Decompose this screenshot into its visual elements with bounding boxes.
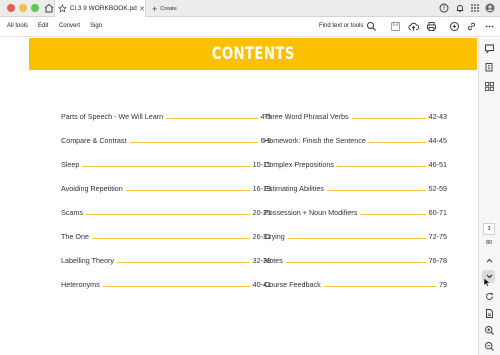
leader-line bbox=[117, 262, 250, 263]
chevron-up-icon[interactable] bbox=[484, 255, 495, 266]
toc-entry[interactable]: Estimating Abilities 52-59 bbox=[264, 182, 447, 192]
toc-entry[interactable]: Notes 76-78 bbox=[264, 254, 447, 264]
toc-entry-pages: 79 bbox=[439, 279, 447, 289]
search-icon[interactable] bbox=[366, 21, 377, 32]
comment-icon[interactable] bbox=[484, 43, 495, 54]
leader-line bbox=[287, 238, 426, 239]
current-page-input[interactable]: 3 bbox=[483, 223, 495, 235]
toc-entry-pages: 76-78 bbox=[428, 255, 447, 265]
leader-line bbox=[102, 286, 250, 287]
toc-entry-title: Avoiding Repetition bbox=[61, 183, 123, 193]
toc-entry-title: Possession + Noun Modifiers bbox=[264, 207, 358, 217]
toc-entry[interactable]: Parts of Speech - We Will Learn 4-5 bbox=[61, 110, 271, 120]
toc-entry-title: Crying bbox=[264, 231, 285, 241]
leader-line bbox=[125, 190, 250, 191]
toc-entry-title: Sleep bbox=[61, 159, 80, 169]
toc-entry[interactable]: Homework: Finish the Sentence 44-45 bbox=[264, 134, 447, 144]
toc-entry-title: Three Word Phrasal Verbs bbox=[264, 111, 349, 121]
plus-icon: + bbox=[152, 3, 158, 14]
svg-text:?: ? bbox=[442, 5, 445, 12]
save-icon[interactable] bbox=[390, 21, 401, 32]
menu-edit[interactable]: Edit bbox=[38, 23, 48, 29]
toc-entry-pages: 44-45 bbox=[428, 135, 447, 145]
star-icon[interactable] bbox=[58, 4, 67, 13]
contents-banner: CONTENTS bbox=[29, 38, 477, 70]
toc-entry-title: Complex Prepositions bbox=[264, 159, 334, 169]
toc-entry-pages: 52-59 bbox=[428, 183, 447, 193]
leader-line bbox=[82, 166, 250, 167]
toc-entry-title: Course Feedback bbox=[264, 279, 321, 289]
print-icon[interactable] bbox=[426, 21, 437, 32]
minimize-window-button[interactable] bbox=[19, 4, 27, 12]
leader-line bbox=[360, 214, 426, 215]
more-icon[interactable] bbox=[484, 21, 495, 32]
toc-entry-title: Homework: Finish the Sentence bbox=[264, 135, 366, 145]
menu-sign[interactable]: Sign bbox=[90, 23, 102, 29]
create-button[interactable]: + Create bbox=[152, 0, 177, 17]
title-bar: Cl.3 9 WORKBOOK.pdf ✕ + Create ? bbox=[0, 0, 500, 17]
mouse-cursor-icon bbox=[483, 277, 491, 287]
toc-entry-title: Parts of Speech - We Will Learn bbox=[61, 111, 164, 121]
toc-entry[interactable]: Crying 72-75 bbox=[264, 230, 447, 240]
tab-title: Cl.3 9 WORKBOOK.pdf bbox=[69, 5, 138, 12]
leader-line bbox=[326, 190, 426, 191]
user-avatar-icon[interactable] bbox=[485, 3, 495, 13]
toc-entry[interactable]: Three Word Phrasal Verbs 42-43 bbox=[264, 110, 447, 120]
leader-line bbox=[166, 118, 258, 119]
toc-entry[interactable]: Heteronyms 40-41 bbox=[61, 278, 271, 288]
close-tab-icon[interactable]: ✕ bbox=[139, 5, 145, 13]
leader-line bbox=[129, 142, 258, 143]
link-icon[interactable] bbox=[466, 21, 477, 32]
zoom-out-icon[interactable] bbox=[484, 341, 495, 352]
document-tab[interactable]: Cl.3 9 WORKBOOK.pdf ✕ bbox=[54, 0, 146, 17]
apps-grid-icon[interactable] bbox=[470, 3, 480, 13]
toc-entry[interactable]: Possession + Noun Modifiers 60-71 bbox=[264, 206, 447, 216]
toc-entry-pages: 72-75 bbox=[428, 231, 447, 241]
find-text-button[interactable]: Find text or tools bbox=[319, 23, 363, 29]
toc-entry-pages: 46-51 bbox=[428, 159, 447, 169]
bell-icon[interactable] bbox=[455, 3, 465, 13]
leader-line bbox=[85, 214, 250, 215]
page-export-icon[interactable] bbox=[484, 308, 495, 319]
toc-entry-title: Labelling Theory bbox=[61, 255, 115, 265]
page-title: CONTENTS bbox=[211, 44, 295, 64]
toc-entry-title: Compare & Contrast bbox=[61, 135, 127, 145]
toc-entry-title: Estimating Abilities bbox=[264, 183, 324, 193]
menu-all-tools[interactable]: All tools bbox=[7, 23, 28, 29]
close-window-button[interactable] bbox=[7, 4, 15, 12]
cloud-upload-icon[interactable] bbox=[408, 21, 419, 32]
total-pages: 80 bbox=[485, 240, 493, 246]
zoom-window-button[interactable] bbox=[31, 4, 39, 12]
toc-entry[interactable]: Scams 20-25 bbox=[61, 206, 271, 216]
toc-entry-pages: 42-43 bbox=[428, 111, 447, 121]
leader-line bbox=[323, 286, 436, 287]
leader-line bbox=[91, 238, 250, 239]
toc-entry[interactable]: Sleep 10-15 bbox=[61, 158, 271, 168]
toc-entry[interactable]: Labelling Theory 32-39 bbox=[61, 254, 271, 264]
toc-entry[interactable]: Complex Prepositions 46-51 bbox=[264, 158, 447, 168]
toc-entry-title: Heteronyms bbox=[61, 279, 100, 289]
ai-assistant-icon[interactable] bbox=[449, 21, 460, 32]
toc-entry-title: Notes bbox=[264, 255, 283, 265]
toc-entry-title: Scams bbox=[61, 207, 83, 217]
leader-line bbox=[368, 142, 426, 143]
document-page: CONTENTS Parts of Speech - We Will Learn… bbox=[0, 38, 478, 355]
leader-line bbox=[285, 262, 426, 263]
toolbar: All tools Edit Convert Sign Find text or… bbox=[0, 17, 500, 37]
toc-entry-pages: 60-71 bbox=[428, 207, 447, 217]
pages-icon[interactable] bbox=[484, 62, 495, 73]
toc-entry[interactable]: Course Feedback 79 bbox=[264, 278, 447, 288]
grid-icon[interactable] bbox=[484, 81, 495, 92]
leader-line bbox=[351, 118, 426, 119]
create-label: Create bbox=[160, 5, 177, 12]
toc-entry[interactable]: Compare & Contrast 6-9 bbox=[61, 134, 271, 144]
zoom-in-icon[interactable] bbox=[484, 325, 495, 336]
toc-entry[interactable]: Avoiding Repetition 16-19 bbox=[61, 182, 271, 192]
rotate-icon[interactable] bbox=[484, 291, 495, 302]
leader-line bbox=[336, 166, 426, 167]
toc-entry[interactable]: The One 26-31 bbox=[61, 230, 271, 240]
help-icon[interactable]: ? bbox=[439, 3, 449, 13]
menu-convert[interactable]: Convert bbox=[59, 23, 80, 29]
toc-entry-title: The One bbox=[61, 231, 89, 241]
